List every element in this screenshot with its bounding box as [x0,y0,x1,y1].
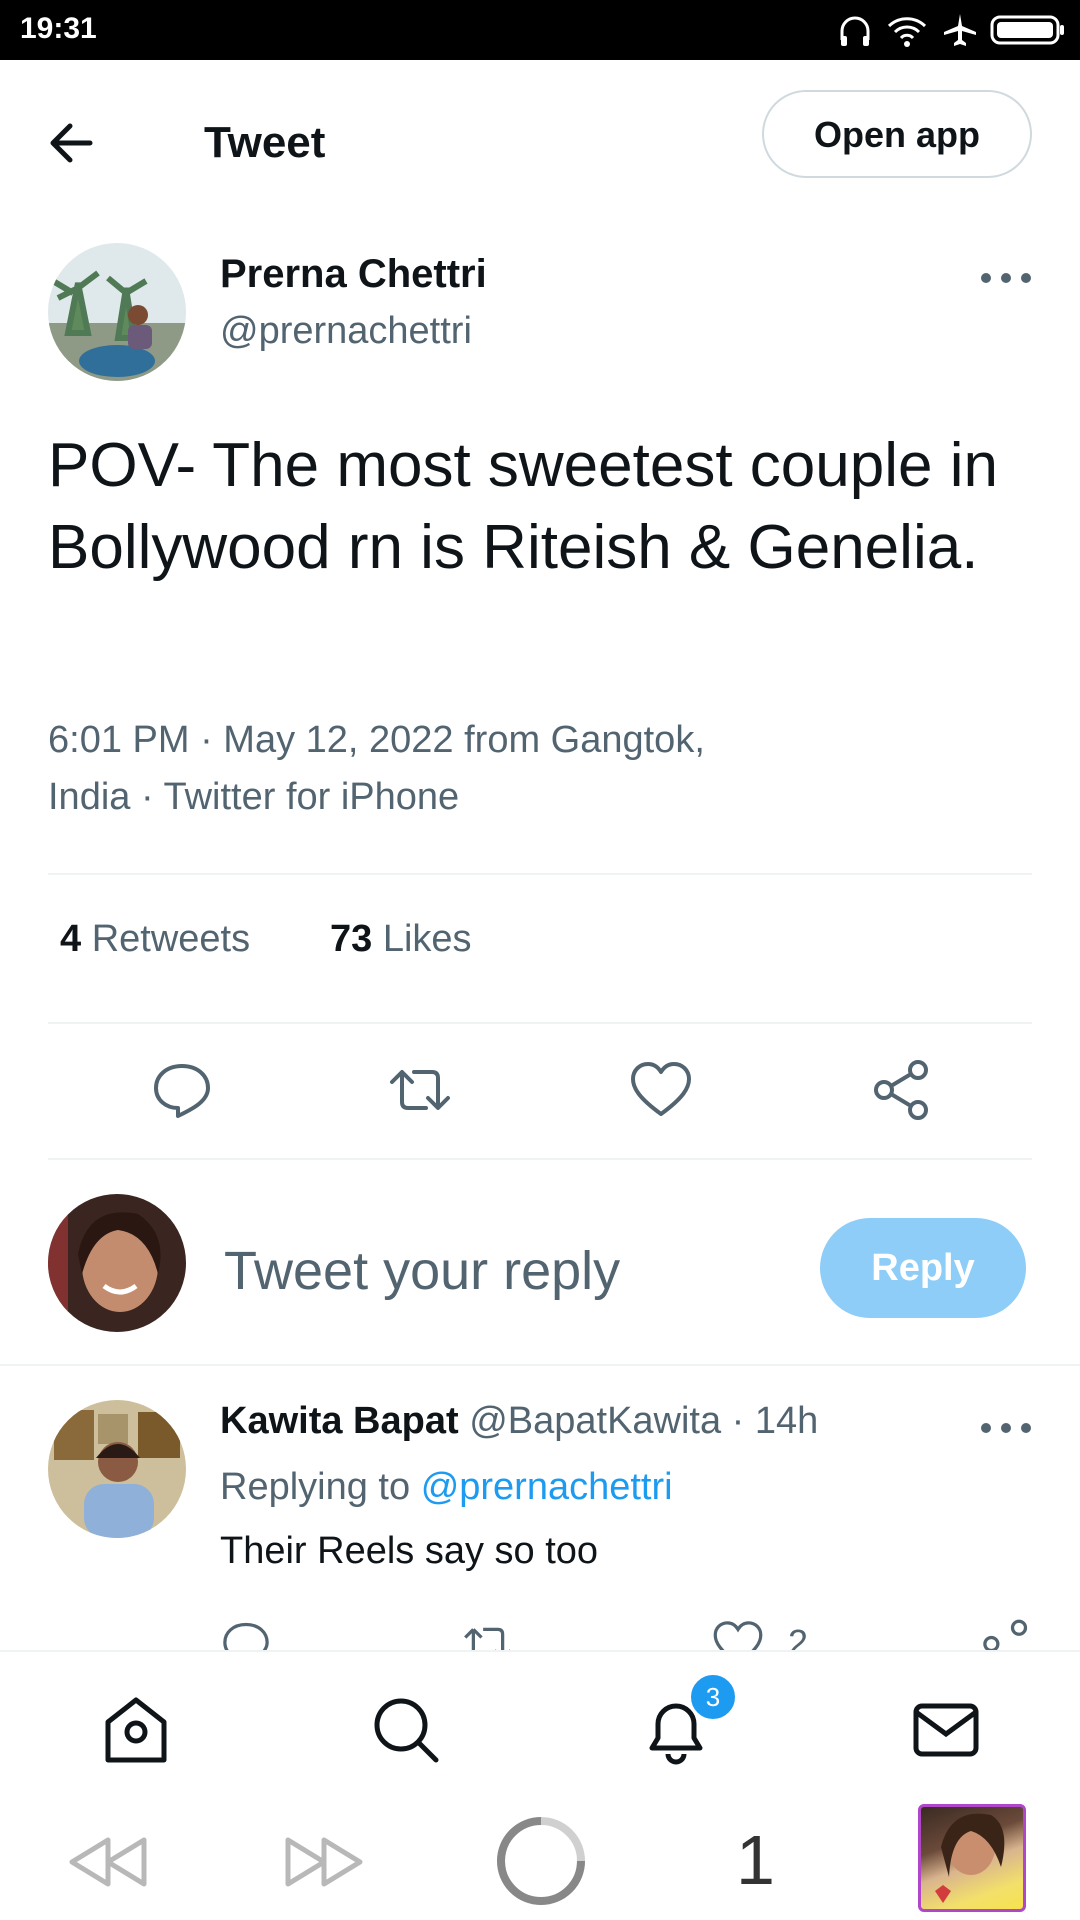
user-avatar[interactable] [48,1194,186,1332]
more-icon[interactable] [976,1418,1036,1438]
browser-forward-icon[interactable] [284,1834,364,1890]
author-handle[interactable]: @prernachettri [220,310,472,353]
mail-icon[interactable] [908,1692,984,1768]
battery-icon [990,15,1064,45]
bottom-nav [0,1650,1080,1802]
like-icon[interactable] [629,1058,693,1122]
replying-prefix: Replying to [220,1466,411,1508]
share-icon[interactable] [980,1618,1032,1650]
reply-icon[interactable] [150,1058,214,1122]
back-arrow-icon[interactable] [40,108,110,178]
reply-input[interactable]: Tweet your reply [224,1240,620,1302]
tab-count[interactable]: 1 [736,1820,775,1900]
status-time: 19:31 [20,12,97,45]
reply-author-avatar[interactable] [48,1400,186,1538]
retweet-icon[interactable] [462,1618,514,1650]
search-icon[interactable] [368,1692,444,1768]
reload-icon[interactable] [494,1814,588,1908]
replying-to: Replying to @prernachettri [220,1466,673,1509]
headphones-icon [840,16,870,46]
top-bar: Tweet Open app [0,60,1080,210]
wifi-icon [887,17,927,47]
reply-author-name[interactable]: Kawita Bapat [220,1400,459,1442]
page-title: Tweet [204,118,326,167]
tweet-meta: 6:01 PM · May 12, 2022 from Gangtok, Ind… [48,712,948,826]
share-icon[interactable] [870,1058,934,1122]
divider [48,1022,1032,1024]
reply-handle-time[interactable]: @BapatKawita · 14h [469,1400,818,1442]
tweet-meta-line2[interactable]: India · Twitter for iPhone [48,769,948,826]
divider [0,1364,1080,1366]
author-avatar[interactable] [48,243,186,381]
open-app-button[interactable]: Open app [762,90,1032,178]
likes-label: Likes [382,918,472,960]
notification-badge: 3 [688,1672,738,1722]
like-icon[interactable] [712,1618,764,1650]
reply-icon[interactable] [220,1618,272,1650]
reply-header: Kawita Bapat @BapatKawita · 14h [220,1400,818,1443]
replying-handle-link[interactable]: @prernachettri [421,1466,673,1508]
divider [48,1158,1032,1160]
retweets-label: Retweets [91,918,251,960]
home-icon[interactable] [98,1692,174,1768]
profile-thumbnail[interactable] [918,1804,1026,1912]
airplane-mode-icon [944,14,976,46]
tweet-meta-line1[interactable]: 6:01 PM · May 12, 2022 from Gangtok, [48,712,948,769]
author-name[interactable]: Prerna Chettri [220,252,487,297]
retweets-count: 4 [60,918,82,960]
likes-count: 73 [330,918,373,960]
divider [48,873,1032,875]
reply-actions-row: 2 [0,1618,1080,1650]
retweet-icon[interactable] [388,1058,452,1122]
reply-text: Their Reels say so too [220,1530,599,1572]
reply-button[interactable]: Reply [820,1218,1026,1318]
likes-stat[interactable]: 73 Likes [330,918,472,961]
status-bar: 19:31 [0,0,1080,60]
retweets-stat[interactable]: 4 Retweets [60,918,250,961]
more-icon[interactable] [976,268,1036,288]
browser-back-icon[interactable] [68,1834,148,1890]
reply-like-count: 2 [788,1622,809,1650]
tweet-text: POV- The most sweetest couple in Bollywo… [48,431,998,582]
